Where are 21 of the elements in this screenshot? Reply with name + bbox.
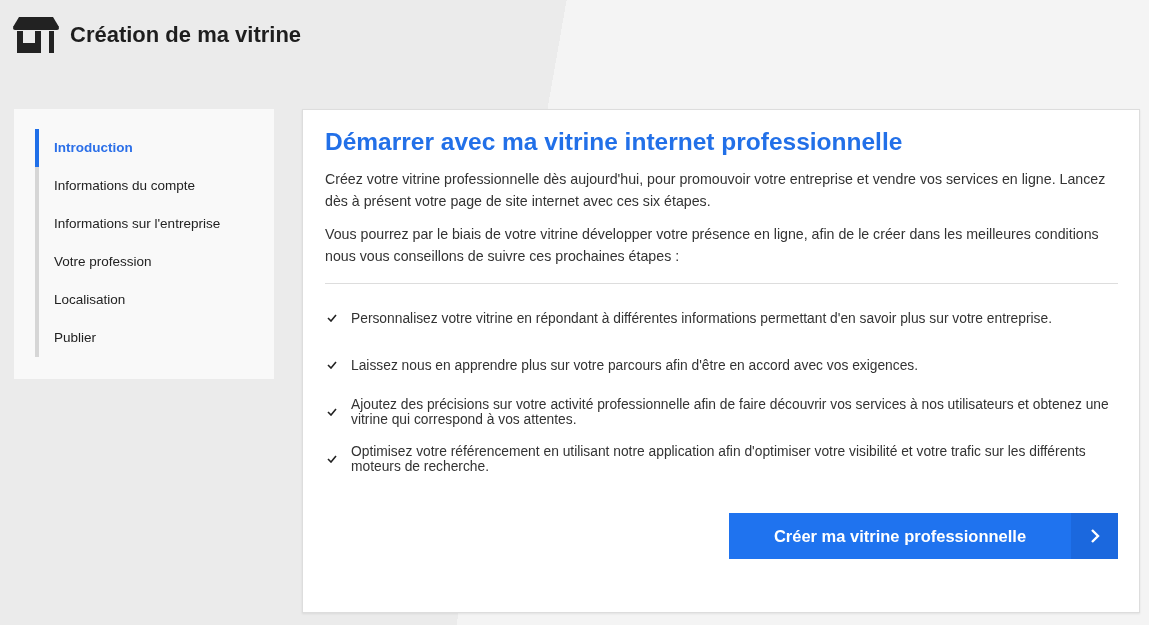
step-item[interactable]: Publier (35, 319, 274, 357)
create-showcase-button[interactable]: Créer ma vitrine professionnelle (729, 513, 1118, 559)
chevron-right-icon (1089, 528, 1100, 544)
step-item[interactable]: Localisation (35, 281, 274, 319)
page-title: Création de ma vitrine (70, 22, 302, 48)
check-icon (327, 455, 337, 463)
step-item[interactable]: Introduction (35, 129, 274, 167)
checklist-text: Personnalisez votre vitrine en répondant à différentes informations permettant d'en savoir plus sur votre entreprise. (351, 310, 1053, 326)
step-item[interactable]: Informations sur l'entreprise (35, 205, 274, 243)
checklist-text: Ajoutez des précisions sur votre activité professionnelle afin de faire découvrir vos services à nos utilisateurs et obtenez une vitrine qui correspond à vos attentes. (351, 397, 1110, 427)
check-icon (327, 361, 337, 369)
storefront-icon (13, 17, 59, 53)
step-item[interactable]: Votre profession (35, 243, 274, 281)
step-item[interactable]: Informations du compte (35, 167, 274, 205)
checklist-text: Optimisez votre référencement en utilisant notre application afin d'optimiser votre visibilité et votre trafic sur les différents moteurs de recherche. (351, 444, 1087, 474)
check-icon (327, 314, 337, 322)
intro-paragraph: Créez votre vitrine professionnelle dès aujourd'hui, pour promouvoir votre entreprise et vendre vos services en ligne. Lancez dès à présent votre page de site internet avec ces six étapes. (325, 170, 1107, 211)
check-icon (327, 408, 337, 416)
section-heading: Démarrer avec ma vitrine internet professionnelle (325, 128, 904, 156)
checklist-text: Laissez nous en apprendre plus sur votre parcours afin d'être en accord avec vos exigences. (351, 357, 919, 373)
intro-paragraph: Vous pourrez par le biais de votre vitrine développer votre présence en ligne, afin de le créer dans les meilleures conditions nous vous conseillons de suivre ces prochaines étapes : (325, 225, 1100, 266)
